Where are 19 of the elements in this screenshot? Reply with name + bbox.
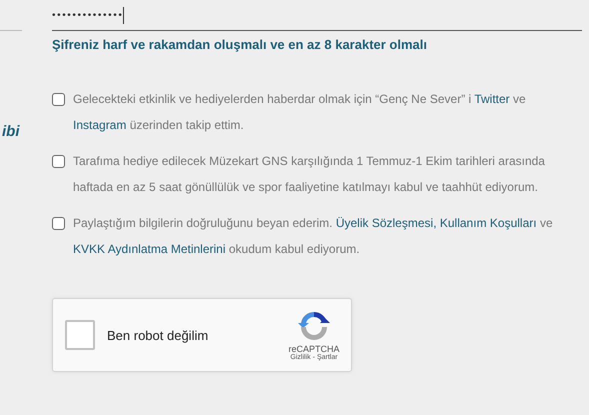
consent-text: Paylaştığım bilgilerin doğruluğunu beyan ederim. Üyelik Sözleşmesi, Kullanım Koşulları ve KVKK Aydınlatma Metinlerini okudum kabul ediyorum. [73,215,553,258]
link[interactable]: Kullanım Koşulları [440,216,537,230]
captcha-brand: reCAPTCHA [288,344,340,354]
captcha-label: Ben robot değilim [107,328,210,342]
checkbox[interactable] [52,155,65,168]
link[interactable]: Üyelik Sözleşmesi, [336,216,437,230]
captcha-checkbox[interactable] [65,320,95,350]
checkbox[interactable] [52,217,65,230]
password-value: •••••••••••••• [52,10,124,20]
consent-text: Tarafıma hediye edilecek Müzekart GNS karşılığında 1 Temmuz-1 Ekim tarihleri arasında haftada en az 5 saat gönüllülük ve spor faaliyetine katılmayı kabul ve taahhüt ediyorum. [73,153,546,196]
consent-text: Gelecekteki etkinlik ve hediyelerden haberdar olmak için “Genç Ne Sever” i Twitter ve Instagram üzerinden takip ettim. [73,91,527,134]
password-hint: Şifreniz harf ve rakamdan oluşmalı ve en az 8 karakter olmalı [52,37,428,52]
link[interactable]: Instagram [73,118,126,132]
password-field[interactable]: •••••••••••••• [52,0,582,31]
recaptcha-logo-icon [298,309,330,341]
link[interactable]: Twitter [474,92,510,106]
side-label: ibi [2,123,21,140]
link[interactable]: KVKK Aydınlatma Metinlerini [73,242,226,256]
checkbox[interactable] [52,93,65,106]
